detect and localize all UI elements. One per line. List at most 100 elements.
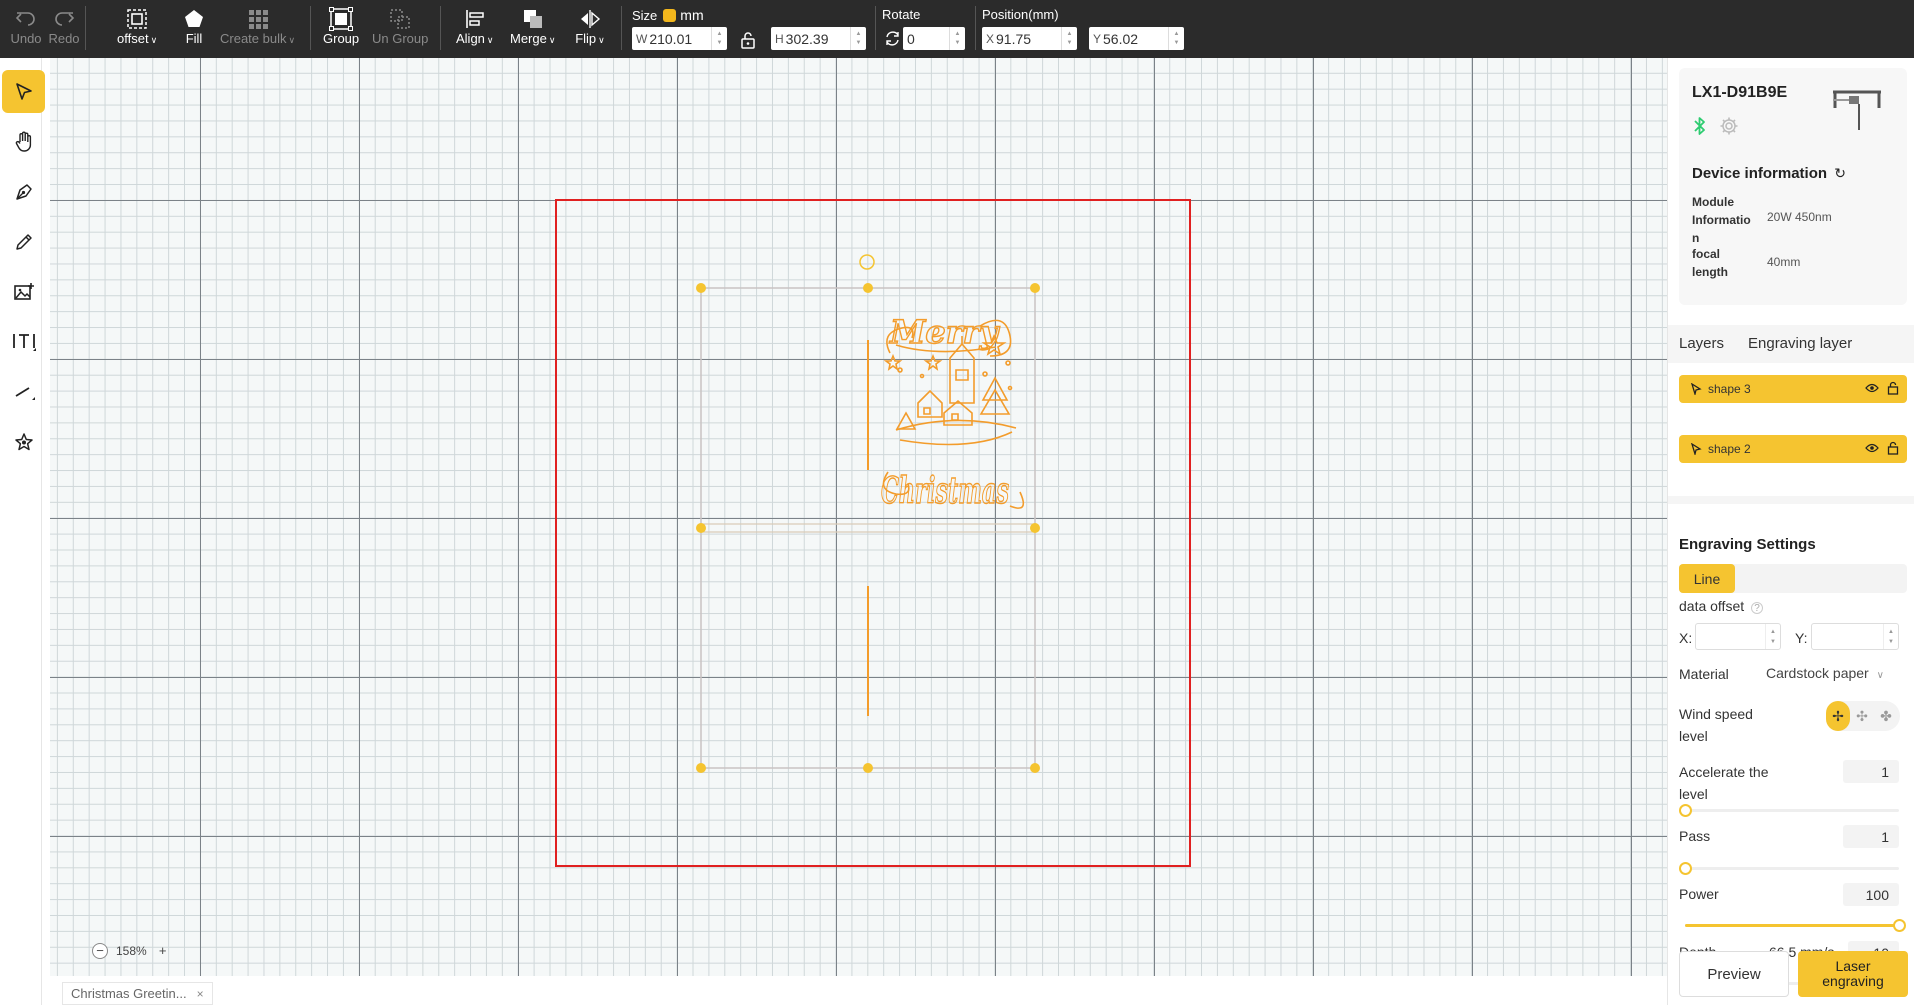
- eye-icon[interactable]: [1865, 441, 1879, 458]
- select-tool[interactable]: [2, 70, 45, 113]
- unit-toggle-icon[interactable]: [663, 8, 677, 22]
- refresh-icon[interactable]: ↻: [1834, 165, 1846, 181]
- device-card: LX1-D91B9E Device information ↻ Module I…: [1679, 68, 1907, 305]
- power-slider[interactable]: [1685, 919, 1906, 932]
- pen-tool[interactable]: [2, 170, 45, 213]
- fill-button[interactable]: Fill: [178, 6, 210, 52]
- layer-item[interactable]: shape 2: [1679, 435, 1907, 463]
- x-prefix: X: [986, 31, 995, 46]
- height-stepper[interactable]: ▲ ▼: [850, 27, 866, 50]
- chevron-down-icon: ∨: [150, 35, 158, 45]
- rotate-handle: [859, 254, 875, 270]
- pass-value[interactable]: 1: [1843, 825, 1899, 848]
- art-christmas-text: Christmas: [881, 470, 1009, 512]
- redo-button[interactable]: Redo: [48, 6, 80, 52]
- rotate-input[interactable]: 0 ▲ ▼: [903, 27, 965, 50]
- close-icon[interactable]: ×: [197, 987, 204, 1001]
- fan-medium-icon[interactable]: ✣: [1850, 701, 1874, 731]
- mode-line-button[interactable]: Line: [1679, 564, 1735, 593]
- module-label-line: Informatio: [1692, 213, 1751, 227]
- tab-engraving-layer[interactable]: Engraving layer: [1748, 335, 1852, 352]
- hand-icon: [15, 131, 31, 152]
- y-stepper[interactable]: ▲ ▼: [1168, 27, 1184, 50]
- rotate-stepper[interactable]: ▲ ▼: [949, 27, 965, 50]
- flip-icon: [574, 6, 606, 32]
- ungroup-icon: [384, 6, 416, 32]
- text-tool[interactable]: [2, 320, 45, 363]
- layer-name: shape 3: [1708, 382, 1751, 396]
- slider-knob[interactable]: [1893, 919, 1906, 932]
- text-icon: [12, 333, 36, 351]
- data-offset-label: data offset ?: [1679, 598, 1764, 614]
- document-tab[interactable]: Christmas Greetin... ×: [62, 982, 213, 1005]
- zoom-in-button[interactable]: +: [155, 943, 171, 959]
- pentagon-fill-icon: [178, 6, 210, 32]
- image-tool[interactable]: [2, 270, 45, 313]
- hand-tool[interactable]: [2, 120, 45, 163]
- rotate-icon: [884, 30, 901, 52]
- create-bulk-label: Create bulk: [220, 31, 287, 46]
- zoom-out-button[interactable]: −: [92, 943, 108, 959]
- create-bulk-button[interactable]: Create bulk ∨: [220, 6, 295, 52]
- group-label: Group: [323, 31, 360, 46]
- position-y-input[interactable]: Y 56.02 ▲ ▼: [1089, 27, 1184, 50]
- undo-label: Undo: [10, 31, 42, 46]
- accelerate-slider[interactable]: [1679, 804, 1899, 817]
- lock-ratio-icon[interactable]: [740, 31, 756, 54]
- merge-button[interactable]: Merge ∨: [510, 6, 555, 52]
- rotate-label: Rotate: [882, 7, 921, 22]
- toolbar-divider: [85, 6, 86, 50]
- help-icon[interactable]: ?: [1751, 602, 1764, 614]
- engraving-settings-title: Engraving Settings: [1679, 536, 1816, 553]
- tab-layers[interactable]: Layers: [1679, 335, 1724, 352]
- material-select[interactable]: Cardstock paper ∨: [1766, 665, 1884, 681]
- chevron-down-icon: ∨: [288, 35, 296, 45]
- work-area-border: [555, 199, 1191, 867]
- width-value: 210.01: [649, 30, 693, 47]
- offset-x-stepper[interactable]: ▲ ▼: [1765, 624, 1780, 649]
- pass-label: Pass: [1679, 828, 1711, 844]
- slider-knob[interactable]: [1679, 804, 1692, 817]
- flip-button[interactable]: Flip ∨: [574, 6, 606, 52]
- gear-icon[interactable]: [1719, 116, 1739, 139]
- offset-button[interactable]: offset ∨: [117, 6, 157, 52]
- accelerate-value[interactable]: 1: [1843, 760, 1899, 783]
- offset-x-input[interactable]: ▲ ▼: [1695, 623, 1781, 650]
- offset-y-input[interactable]: ▲ ▼: [1811, 623, 1899, 650]
- pencil-tool[interactable]: [2, 220, 45, 263]
- fan-high-icon[interactable]: ✢: [1826, 701, 1850, 731]
- width-stepper[interactable]: ▲ ▼: [711, 27, 727, 50]
- power-value[interactable]: 100: [1843, 883, 1899, 906]
- group-button[interactable]: Group: [323, 6, 359, 52]
- accelerate-label: Accelerate the level: [1679, 761, 1769, 805]
- width-input[interactable]: W 210.01 ▲ ▼: [632, 27, 727, 50]
- lock-icon[interactable]: [1887, 441, 1899, 458]
- align-button[interactable]: Align ∨: [456, 6, 494, 52]
- art-merry-text: Merry: [889, 313, 1001, 351]
- lock-icon[interactable]: [1887, 381, 1899, 398]
- right-panel: LX1-D91B9E Device information ↻ Module I…: [1667, 58, 1914, 1005]
- layer-name: shape 2: [1708, 442, 1751, 456]
- merge-label: Merge: [510, 31, 547, 46]
- shape-tool[interactable]: [2, 420, 45, 463]
- offset-y-stepper[interactable]: ▲ ▼: [1883, 624, 1898, 649]
- height-input[interactable]: H 302.39 ▲ ▼: [771, 27, 866, 50]
- layer-item[interactable]: shape 3: [1679, 375, 1907, 403]
- eye-icon[interactable]: [1865, 381, 1879, 398]
- position-x-input[interactable]: X 91.75 ▲ ▼: [982, 27, 1077, 50]
- undo-button[interactable]: Undo: [10, 6, 42, 52]
- size-unit: mm: [680, 7, 704, 23]
- line-tool[interactable]: [2, 370, 45, 413]
- x-stepper[interactable]: ▲ ▼: [1061, 27, 1077, 50]
- slider-knob[interactable]: [1679, 862, 1692, 875]
- work-canvas[interactable]: Merry Christmas: [50, 58, 1667, 976]
- device-info-label: Device information: [1692, 165, 1828, 182]
- section-divider: [1668, 496, 1914, 504]
- fan-low-icon[interactable]: ✤: [1874, 701, 1898, 731]
- preview-button[interactable]: Preview: [1679, 951, 1789, 997]
- pass-slider[interactable]: [1679, 862, 1899, 875]
- laser-engraving-button[interactable]: Laser engraving: [1798, 951, 1908, 997]
- toolbar-divider: [975, 6, 976, 50]
- shape-layer-icon: [1690, 443, 1702, 455]
- ungroup-button[interactable]: Un Group: [372, 6, 428, 52]
